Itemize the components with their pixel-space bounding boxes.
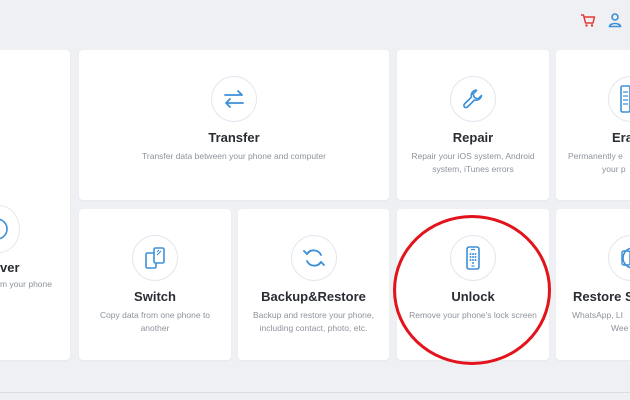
card-restore-social[interactable]: Restore S WhatsApp, LI Wee [556,209,630,360]
card-recover[interactable]: ver m your phone [0,50,70,360]
card-erase-desc-line1: Permanently e [568,151,623,161]
card-repair-title: Repair [452,130,494,145]
card-switch-title: Switch [134,289,176,304]
card-transfer[interactable]: Transfer Transfer data between your phon… [79,50,389,200]
card-erase-title: Era [612,130,630,145]
recover-icon [0,205,20,253]
card-restore-social-desc-line2: Wee [611,323,629,333]
restore-social-icon [608,235,630,281]
card-switch[interactable]: Switch Copy data from one phone to anoth… [79,209,231,360]
sync-icon [290,235,337,281]
switch-phone-icon [132,235,178,281]
card-switch-desc: Copy data from one phone to another [99,310,211,333]
card-transfer-title: Transfer [208,130,260,145]
card-restore-social-desc-line1: WhatsApp, LI [572,310,624,320]
card-backup-restore-desc: Backup and restore your phone, including… [253,310,374,333]
card-erase-desc-line2: your p [602,164,626,174]
card-erase[interactable]: Era Permanently e your p [556,50,630,200]
card-repair[interactable]: Repair Repair your iOS system, Android s… [397,50,549,200]
card-unlock-title: Unlock [451,289,495,304]
eraser-icon [608,76,630,122]
phone-lock-icon [450,235,496,281]
card-backup-restore-title: Backup&Restore [261,289,366,304]
card-backup-restore[interactable]: Backup&Restore Backup and restore your p… [238,209,389,360]
top-bar [0,0,630,44]
bottom-divider [0,392,630,393]
user-icon[interactable] [605,10,625,30]
wrench-icon [450,76,496,122]
card-transfer-desc: Transfer data between your phone and com… [142,151,326,161]
card-recover-title: ver [0,260,20,275]
card-restore-social-title: Restore S [573,289,630,304]
cart-icon[interactable] [578,10,598,30]
card-repair-desc: Repair your iOS system, Android system, … [411,151,535,174]
card-unlock-desc: Remove your phone's lock screen [409,310,537,320]
transfer-icon [211,76,257,122]
card-recover-desc: m your phone [0,279,52,289]
card-unlock[interactable]: Unlock Remove your phone's lock screen [397,209,549,360]
